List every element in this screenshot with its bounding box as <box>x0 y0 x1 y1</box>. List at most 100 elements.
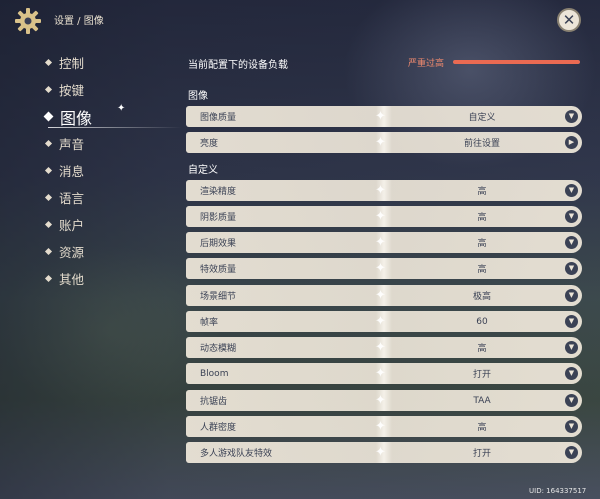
setting-value: 60 <box>476 316 488 327</box>
chevron-down-icon[interactable]: ▼ <box>565 367 578 380</box>
setting-row-crowd-density[interactable]: 人群密度 ✦ 高 ▼ <box>186 416 582 437</box>
setting-row-graphics-quality[interactable]: 图像质量 ✦ 自定义 ▼ <box>186 106 582 127</box>
sidebar-item-label: 声音 <box>59 137 85 152</box>
sidebar-item-label: 账户 <box>59 218 85 233</box>
chevron-down-icon[interactable]: ▼ <box>565 420 578 433</box>
chevron-down-icon[interactable]: ▼ <box>565 289 578 302</box>
sparkle-icon: ✦ <box>375 340 386 355</box>
sidebar-item-label: 图像 <box>60 108 93 128</box>
setting-label: Bloom <box>200 368 229 379</box>
sidebar-item-other[interactable]: 其他 <box>42 265 182 292</box>
sparkle-icon: ✦ <box>375 366 386 381</box>
diamond-icon <box>44 85 53 94</box>
setting-value: 高 <box>477 187 487 197</box>
chevron-down-icon[interactable]: ▼ <box>565 446 578 459</box>
diamond-icon <box>44 58 53 67</box>
setting-row-bloom[interactable]: Bloom ✦ 打开 ▼ <box>186 363 582 384</box>
device-load-bar <box>453 60 580 64</box>
chevron-down-icon[interactable]: ▼ <box>565 210 578 223</box>
close-icon: ✕ <box>562 10 576 29</box>
sidebar-item-label: 控制 <box>59 56 85 71</box>
sparkle-icon: ✦ <box>375 261 386 276</box>
setting-value: 打开 <box>472 370 491 380</box>
setting-row-post-processing[interactable]: 后期效果 ✦ 高 ▼ <box>186 232 582 253</box>
sidebar-item-keybinds[interactable]: 按键 <box>42 76 182 103</box>
setting-row-scene-detail[interactable]: 场景细节 ✦ 极高 ▼ <box>186 285 582 306</box>
setting-row-motion-blur[interactable]: 动态模糊 ✦ 高 ▼ <box>186 337 582 358</box>
setting-label: 多人游戏队友特效 <box>200 449 273 459</box>
chevron-down-icon[interactable]: ▼ <box>565 236 578 249</box>
sparkle-icon: ✦ <box>375 209 386 224</box>
sparkle-icon: ✦ <box>375 235 386 250</box>
sparkle-icon: ✦ <box>117 103 126 114</box>
sparkle-icon: ✦ <box>375 393 386 408</box>
section-title-custom: 自定义 <box>188 165 218 176</box>
diamond-icon <box>44 220 53 229</box>
setting-value: 高 <box>477 213 487 223</box>
setting-value: 高 <box>477 423 487 433</box>
sidebar: 控制 按键 图像 声音 消息 语言 账户 资源 其他 <box>42 49 182 292</box>
sparkle-icon: ✦ <box>375 314 386 329</box>
setting-row-coop-effects[interactable]: 多人游戏队友特效 ✦ 打开 ▼ <box>186 442 582 463</box>
sidebar-item-label: 语言 <box>59 191 85 206</box>
sidebar-item-controls[interactable]: 控制 <box>42 49 182 76</box>
setting-label: 帧率 <box>200 318 219 328</box>
arrow-right-icon[interactable]: ▶ <box>565 136 578 149</box>
setting-row-anti-aliasing[interactable]: 抗锯齿 ✦ TAA ▼ <box>186 390 582 411</box>
sparkle-icon: ✦ <box>375 183 386 198</box>
setting-value: 前往设置 <box>463 139 500 149</box>
sidebar-item-resources[interactable]: 资源 <box>42 238 182 265</box>
setting-row-shadow-quality[interactable]: 阴影质量 ✦ 高 ▼ <box>186 206 582 227</box>
chevron-down-icon[interactable]: ▼ <box>565 110 578 123</box>
sparkle-icon: ✦ <box>375 109 386 124</box>
device-load-fill <box>453 60 580 64</box>
device-load-title: 当前配置下的设备负载 <box>188 60 288 71</box>
setting-label: 亮度 <box>200 139 219 149</box>
setting-value: 高 <box>477 265 487 275</box>
setting-label: 人群密度 <box>200 423 237 433</box>
setting-label: 阴影质量 <box>200 213 237 223</box>
chevron-down-icon[interactable]: ▼ <box>565 394 578 407</box>
setting-label: 动态模糊 <box>200 344 237 354</box>
sidebar-item-account[interactable]: 账户 <box>42 211 182 238</box>
sidebar-item-label: 其他 <box>59 272 85 287</box>
setting-row-render-resolution[interactable]: 渲染精度 ✦ 高 ▼ <box>186 180 582 201</box>
setting-value: 极高 <box>472 292 491 302</box>
chevron-down-icon[interactable]: ▼ <box>565 341 578 354</box>
setting-value: 打开 <box>472 449 491 459</box>
setting-row-frame-rate[interactable]: 帧率 ✦ 60 ▼ <box>186 311 582 332</box>
diamond-icon <box>44 166 53 175</box>
sidebar-item-graphics[interactable]: 图像 <box>42 103 182 130</box>
sidebar-item-label: 消息 <box>59 164 85 179</box>
chevron-down-icon[interactable]: ▼ <box>565 262 578 275</box>
setting-label: 抗锯齿 <box>200 397 228 407</box>
setting-label: 渲染精度 <box>200 187 237 197</box>
sidebar-item-notifications[interactable]: 消息 <box>42 157 182 184</box>
setting-value: 高 <box>477 344 487 354</box>
breadcrumb: 设置 / 图像 <box>54 16 104 27</box>
setting-label: 图像质量 <box>200 113 237 123</box>
chevron-down-icon[interactable]: ▼ <box>565 315 578 328</box>
setting-row-effects-quality[interactable]: 特效质量 ✦ 高 ▼ <box>186 258 582 279</box>
diamond-icon <box>43 111 54 122</box>
sparkle-icon: ✦ <box>375 445 386 460</box>
close-button[interactable]: ✕ <box>557 8 581 32</box>
sidebar-item-audio[interactable]: 声音 <box>42 130 182 157</box>
chevron-down-icon[interactable]: ▼ <box>565 184 578 197</box>
gear-icon <box>15 8 41 34</box>
setting-label: 特效质量 <box>200 265 237 275</box>
sidebar-item-language[interactable]: 语言 <box>42 184 182 211</box>
diamond-icon <box>44 247 53 256</box>
diamond-icon <box>44 139 53 148</box>
sparkle-icon: ✦ <box>375 135 386 150</box>
setting-value: TAA <box>473 395 491 406</box>
sidebar-item-label: 按键 <box>59 83 85 98</box>
setting-value: 自定义 <box>468 113 496 123</box>
setting-row-brightness[interactable]: 亮度 ✦ 前往设置 ▶ <box>186 132 582 153</box>
sidebar-item-label: 资源 <box>59 245 85 260</box>
diamond-icon <box>44 274 53 283</box>
section-title-graphics: 图像 <box>188 91 208 102</box>
setting-label: 场景细节 <box>200 292 237 302</box>
device-load-status: 严重过高 <box>408 59 445 69</box>
setting-value: 高 <box>477 239 487 249</box>
